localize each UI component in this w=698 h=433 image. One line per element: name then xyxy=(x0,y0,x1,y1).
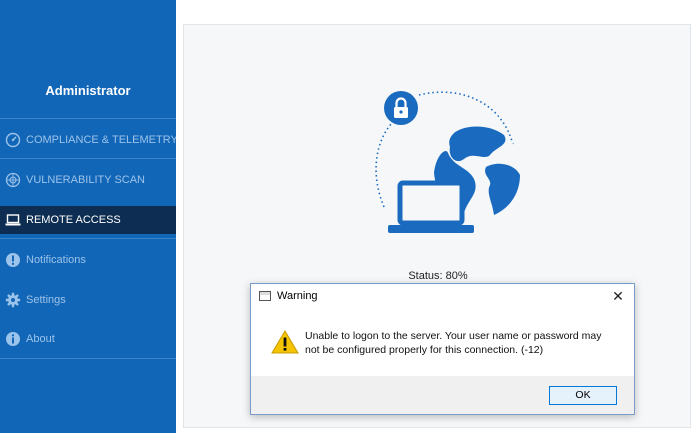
sidebar-item-label: Notifications xyxy=(26,254,86,266)
sidebar-item-vulnerability-scan[interactable]: VULNERABILITY SCAN xyxy=(0,166,176,194)
sidebar-item-remote-access[interactable]: REMOTE ACCESS xyxy=(0,206,176,234)
radar-icon xyxy=(5,172,21,188)
sidebar-title: Administrator xyxy=(45,83,131,98)
info-icon xyxy=(5,331,21,347)
sidebar-item-label: COMPLIANCE & TELEMETRY xyxy=(26,134,178,146)
dialog-title: Warning xyxy=(277,290,318,302)
dialog-body: Unable to logon to the server. Your user… xyxy=(251,308,634,376)
sidebar-divider xyxy=(0,358,176,359)
sidebar-item-settings[interactable]: Settings xyxy=(0,286,176,314)
sidebar-item-compliance-telemetry[interactable]: COMPLIANCE & TELEMETRY xyxy=(0,126,178,154)
dialog-titlebar[interactable]: Warning xyxy=(251,284,634,308)
window-icon xyxy=(259,291,271,301)
speedometer-icon xyxy=(5,132,21,148)
close-icon[interactable]: ✕ xyxy=(610,288,626,304)
warning-dialog: Warning ✕ Unable to logon to the server.… xyxy=(250,283,635,415)
sidebar: Administrator COMPLIANCE & TELEMETRY VUL… xyxy=(0,0,178,433)
laptop-icon xyxy=(388,180,474,233)
sidebar-item-label: About xyxy=(26,333,55,345)
sidebar-item-label: REMOTE ACCESS xyxy=(26,214,121,226)
ok-button[interactable]: OK xyxy=(549,386,617,405)
dialog-message: Unable to logon to the server. Your user… xyxy=(305,330,602,356)
dialog-footer: OK xyxy=(251,376,634,414)
sidebar-divider xyxy=(0,158,176,159)
connection-status: Status: 80% xyxy=(408,270,468,282)
gear-icon xyxy=(5,292,21,308)
warning-icon xyxy=(271,330,299,359)
sidebar-item-about[interactable]: About xyxy=(0,325,176,353)
sidebar-divider xyxy=(0,118,176,119)
laptop-icon xyxy=(5,212,21,228)
sidebar-item-label: VULNERABILITY SCAN xyxy=(26,174,146,186)
sidebar-item-notifications[interactable]: Notifications xyxy=(0,246,176,274)
remote-access-illustration xyxy=(364,89,524,244)
info-circle-icon xyxy=(5,252,21,268)
sidebar-item-label: Settings xyxy=(26,294,66,306)
lock-icon xyxy=(384,91,418,125)
sidebar-divider xyxy=(0,238,176,239)
